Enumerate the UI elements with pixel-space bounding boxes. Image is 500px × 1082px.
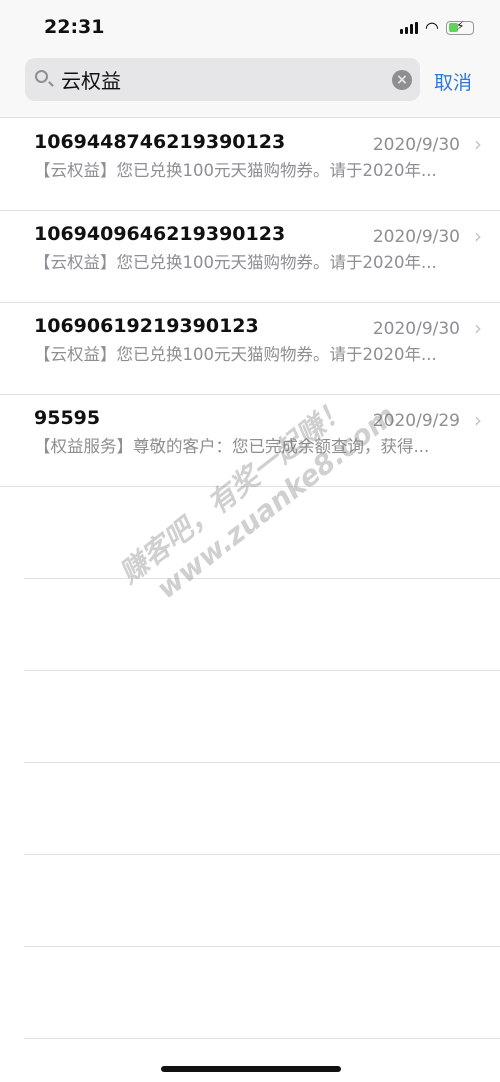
sender: 95595 — [34, 407, 101, 429]
message-date: 2020/9/29 — [372, 411, 460, 431]
message-row[interactable]: 1069409646219390123 2020/9/30 › 【云权益】您已兑… — [0, 211, 500, 303]
message-row[interactable]: 1069448746219390123 2020/9/30 › 【云权益】您已兑… — [0, 119, 500, 211]
message-date: 2020/9/30 — [372, 319, 460, 339]
empty-row — [24, 947, 500, 1039]
status-time: 22:31 — [44, 16, 105, 38]
message-row[interactable]: 10690619219390123 2020/9/30 › 【云权益】您已兑换1… — [0, 303, 500, 395]
search-input[interactable] — [61, 64, 381, 94]
home-indicator[interactable] — [161, 1066, 341, 1072]
message-preview: 【权益服务】尊敬的客户：您已完成余额查询，获得... — [34, 437, 430, 456]
empty-row — [24, 487, 500, 579]
chevron-right-icon: › — [474, 408, 482, 432]
sender: 1069409646219390123 — [34, 223, 286, 245]
sender: 1069448746219390123 — [34, 131, 286, 153]
clear-search-button[interactable]: × — [392, 70, 412, 90]
wifi-icon: ◠ — [425, 18, 438, 37]
sender: 10690619219390123 — [34, 315, 259, 337]
empty-row — [24, 763, 500, 855]
signal-icon — [399, 21, 418, 34]
search-icon — [35, 70, 48, 83]
chevron-right-icon: › — [474, 316, 482, 340]
chevron-right-icon: › — [474, 224, 482, 248]
message-date: 2020/9/30 — [372, 135, 460, 155]
status-icons: ◠ ⚡ — [399, 18, 474, 37]
empty-row — [24, 579, 500, 671]
message-preview: 【云权益】您已兑换100元天猫购物券。请于2020年... — [34, 161, 437, 180]
header: 22:31 ◠ ⚡ × 取消 — [0, 0, 500, 118]
message-date: 2020/9/30 — [372, 227, 460, 247]
message-preview: 【云权益】您已兑换100元天猫购物券。请于2020年... — [34, 253, 437, 272]
empty-row — [24, 855, 500, 947]
message-preview: 【云权益】您已兑换100元天猫购物券。请于2020年... — [34, 345, 437, 364]
message-row[interactable]: 95595 2020/9/29 › 【权益服务】尊敬的客户：您已完成余额查询，获… — [0, 395, 500, 487]
search-bar: × — [25, 58, 420, 101]
battery-icon: ⚡ — [446, 19, 474, 35]
empty-row — [24, 671, 500, 763]
chevron-right-icon: › — [474, 132, 482, 156]
cancel-button[interactable]: 取消 — [434, 68, 472, 95]
